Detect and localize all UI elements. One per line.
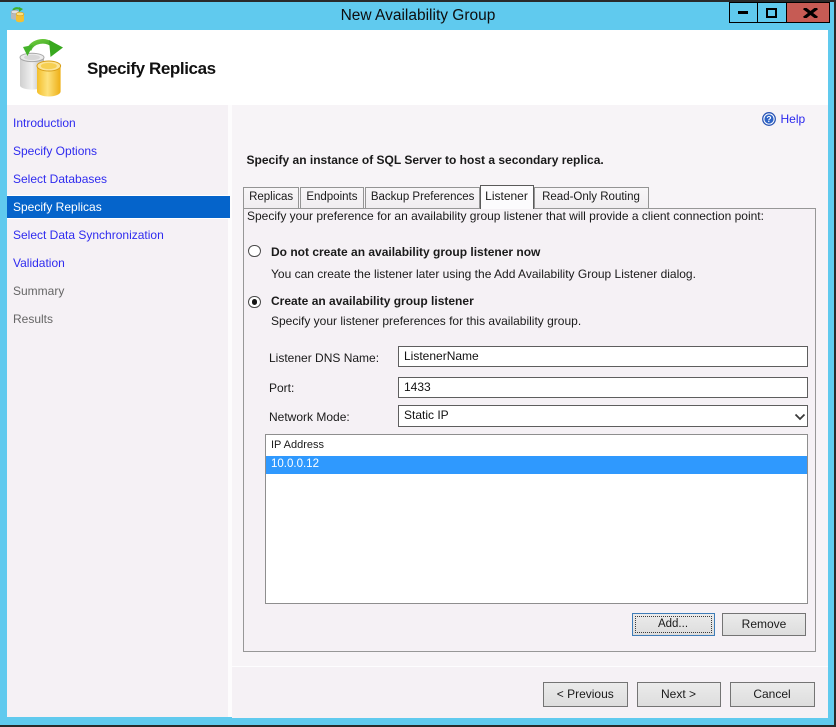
svg-text:?: ? — [766, 114, 771, 124]
